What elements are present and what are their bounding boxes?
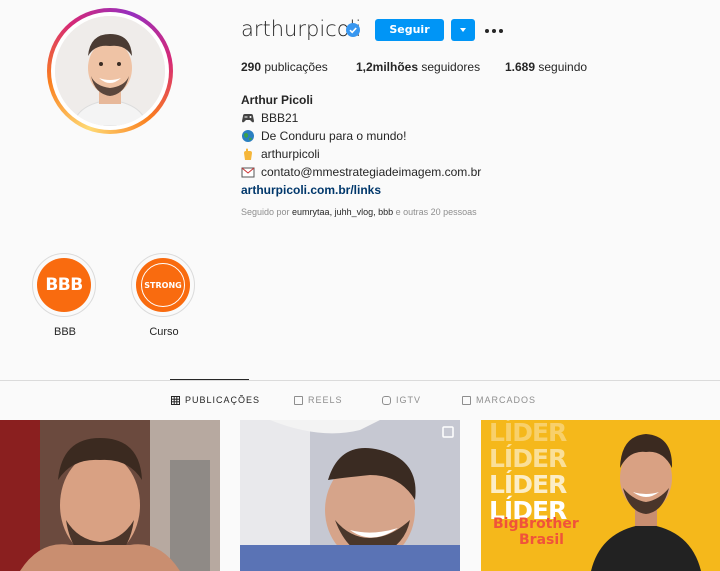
followers-count: 1,2milhões — [356, 60, 419, 74]
avatar-photo — [55, 16, 165, 126]
tab-publicacoes[interactable]: PUBLICAÇÕES — [171, 395, 260, 405]
verified-badge-icon — [346, 23, 360, 37]
highlight-cover-text: STRONG — [144, 280, 182, 290]
hand-icon — [241, 147, 255, 161]
chevron-down-icon — [460, 28, 466, 32]
followed-by-prefix: Seguido por — [241, 207, 293, 217]
highlight-cover: STRONG — [136, 258, 190, 312]
post-thumbnail[interactable] — [240, 420, 460, 571]
dot-icon — [492, 29, 496, 33]
bio-text: contato@mmestrategiadeimagem.com.br — [261, 165, 482, 179]
bio-text: De Conduru para o mundo! — [261, 129, 407, 143]
following-count: 1.689 — [505, 60, 536, 74]
posts-count: 290 — [241, 60, 262, 74]
leader-text-stack: LÍDER LÍDER LÍDER LÍDER — [489, 420, 567, 524]
avatar-border — [51, 12, 169, 130]
bio-line-origin: De Conduru para o mundo! — [241, 127, 481, 145]
tab-marcados[interactable]: MARCADOS — [462, 395, 536, 405]
tab-label: MARCADOS — [476, 395, 537, 405]
tab-reels[interactable]: REELS — [294, 395, 343, 405]
globe-icon — [241, 129, 255, 143]
highlight-cover-text: BBB — [45, 275, 83, 295]
reels-icon — [294, 395, 303, 405]
dot-icon — [485, 29, 489, 33]
bio-text: arthurpicoli — [261, 147, 320, 161]
leader-text: LÍDER — [489, 420, 567, 447]
posts-label: publicações — [261, 60, 328, 74]
avatar[interactable] — [55, 16, 165, 126]
followed-by-names: eumrytaa, juhh_vlog, bbb — [292, 207, 394, 217]
highlight-ring: BBB — [32, 253, 96, 317]
tab-label: IGTV — [396, 395, 422, 405]
full-name: Arthur Picoli — [241, 93, 314, 107]
tab-igtv[interactable]: IGTV — [382, 395, 421, 405]
bio-line-handle: arthurpicoli — [241, 145, 481, 163]
igtv-icon — [382, 395, 391, 405]
followed-by-suffix: e outras 20 pessoas — [393, 207, 477, 217]
active-tab-indicator — [170, 379, 249, 380]
posts-stat: 290 publicações — [241, 60, 328, 74]
profile-avatar-ring[interactable] — [47, 8, 173, 134]
logo-line: BigBrother — [493, 516, 579, 532]
bbb-logo: BigBrother Brasil — [493, 516, 579, 548]
bio-external-link[interactable]: arthurpicoli.com.br/links — [241, 181, 481, 199]
following-stat[interactable]: 1.689 seguindo — [505, 60, 587, 74]
suggested-accounts-button[interactable] — [451, 19, 475, 41]
bio-line-contact: contato@mmestrategiadeimagem.com.br — [241, 163, 481, 181]
post-thumbnail[interactable] — [0, 420, 220, 571]
story-highlight-curso[interactable]: STRONG Curso — [131, 253, 197, 338]
highlight-label: Curso — [149, 326, 179, 338]
highlight-label: BBB — [53, 326, 76, 338]
followers-stat[interactable]: 1,2milhões seguidores — [356, 60, 480, 74]
bio-line-bbb: BBB21 — [241, 109, 481, 127]
dot-icon — [499, 29, 503, 33]
leader-text: LÍDER — [489, 470, 567, 499]
tabs-divider — [0, 380, 720, 381]
envelope-icon — [241, 165, 255, 179]
tab-label: PUBLICAÇÕES — [185, 395, 261, 405]
bio-text: BBB21 — [261, 111, 299, 125]
follow-button[interactable]: Seguir — [375, 19, 444, 41]
gamepad-icon — [241, 111, 255, 125]
highlight-ring: STRONG — [131, 253, 195, 317]
post-image — [240, 420, 460, 571]
profile-bio: Arthur Picoli BBB21 De Conduru para o mu… — [241, 91, 481, 199]
post-image — [591, 434, 701, 571]
highlight-cover: BBB — [37, 258, 91, 312]
profile-username: arthurpicoli — [241, 17, 362, 41]
tab-label: REELS — [308, 395, 343, 405]
tagged-icon — [462, 395, 471, 405]
following-label: seguindo — [535, 60, 588, 74]
story-highlight-bbb[interactable]: BBB BBB — [32, 253, 98, 338]
post-image — [0, 420, 220, 571]
followed-by-text[interactable]: Seguido por eumrytaa, juhh_vlog, bbb e o… — [241, 207, 477, 217]
post-thumbnail[interactable]: LÍDER LÍDER LÍDER LÍDER BigBrother Brasi… — [481, 420, 720, 571]
leader-text: LÍDER — [489, 444, 567, 473]
grid-icon — [171, 395, 180, 405]
followers-label: seguidores — [418, 60, 481, 74]
more-options-button[interactable] — [484, 21, 504, 39]
logo-line: Brasil — [519, 532, 564, 548]
badge-emblem: STRONG — [141, 263, 185, 307]
multiple-posts-icon — [442, 426, 454, 438]
